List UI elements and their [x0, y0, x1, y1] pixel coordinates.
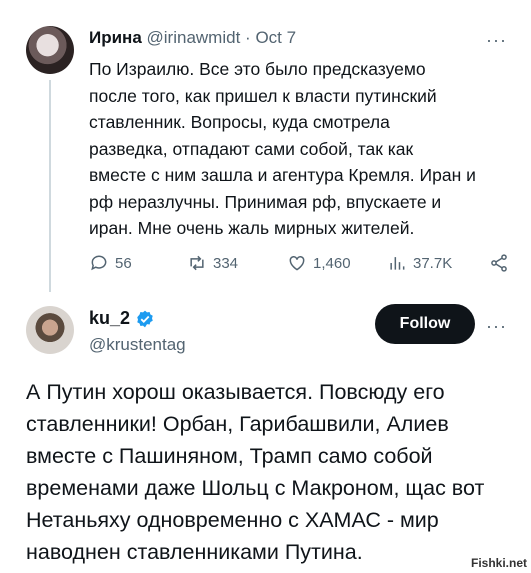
reply-icon — [91, 255, 107, 271]
like-count: 1,460 — [313, 254, 351, 272]
avatar-irina[interactable] — [26, 26, 74, 74]
more-options-icon[interactable]: ··· — [486, 30, 507, 51]
tweet1-header: Ирина @irinawmidt · Oct 7 — [89, 28, 296, 48]
heart-icon — [289, 255, 305, 271]
watermark: Fishki.net — [470, 556, 527, 570]
retweet-icon — [190, 255, 204, 271]
retweet-button[interactable]: 334 — [187, 253, 238, 273]
author-name[interactable]: Ирина — [89, 28, 142, 47]
more-options-icon[interactable]: ··· — [486, 316, 507, 337]
header-separator: · — [245, 28, 251, 47]
retweet-count: 334 — [213, 254, 239, 272]
view-count: 37.7K — [413, 254, 453, 272]
reply-count: 56 — [115, 254, 132, 272]
verified-badge-icon — [137, 310, 153, 327]
tweet1-text: По Израилю. Все это было предсказуемо по… — [89, 59, 476, 238]
tweet2-author: ku_2 — [89, 308, 155, 329]
follow-button[interactable]: Follow — [375, 304, 475, 344]
tweet-date[interactable]: Oct 7 — [255, 28, 296, 47]
views-button[interactable]: 37.7K — [387, 253, 452, 273]
tweet1-actions: 56 334 1,460 37.7K — [89, 253, 519, 277]
share-button[interactable] — [489, 253, 509, 273]
views-icon — [390, 257, 405, 270]
author-handle[interactable]: @krustentag — [89, 335, 186, 355]
thread-connector-line — [49, 80, 51, 292]
author-name[interactable]: ku_2 — [89, 308, 130, 329]
like-button[interactable]: 1,460 — [287, 253, 351, 273]
avatar-ku2[interactable] — [26, 306, 74, 354]
reply-button[interactable]: 56 — [89, 253, 132, 273]
author-handle[interactable]: @irinawmidt — [147, 28, 241, 47]
share-icon — [491, 254, 507, 272]
tweet2-text: А Путин хорош оказывается. Повсюду его с… — [26, 380, 485, 564]
